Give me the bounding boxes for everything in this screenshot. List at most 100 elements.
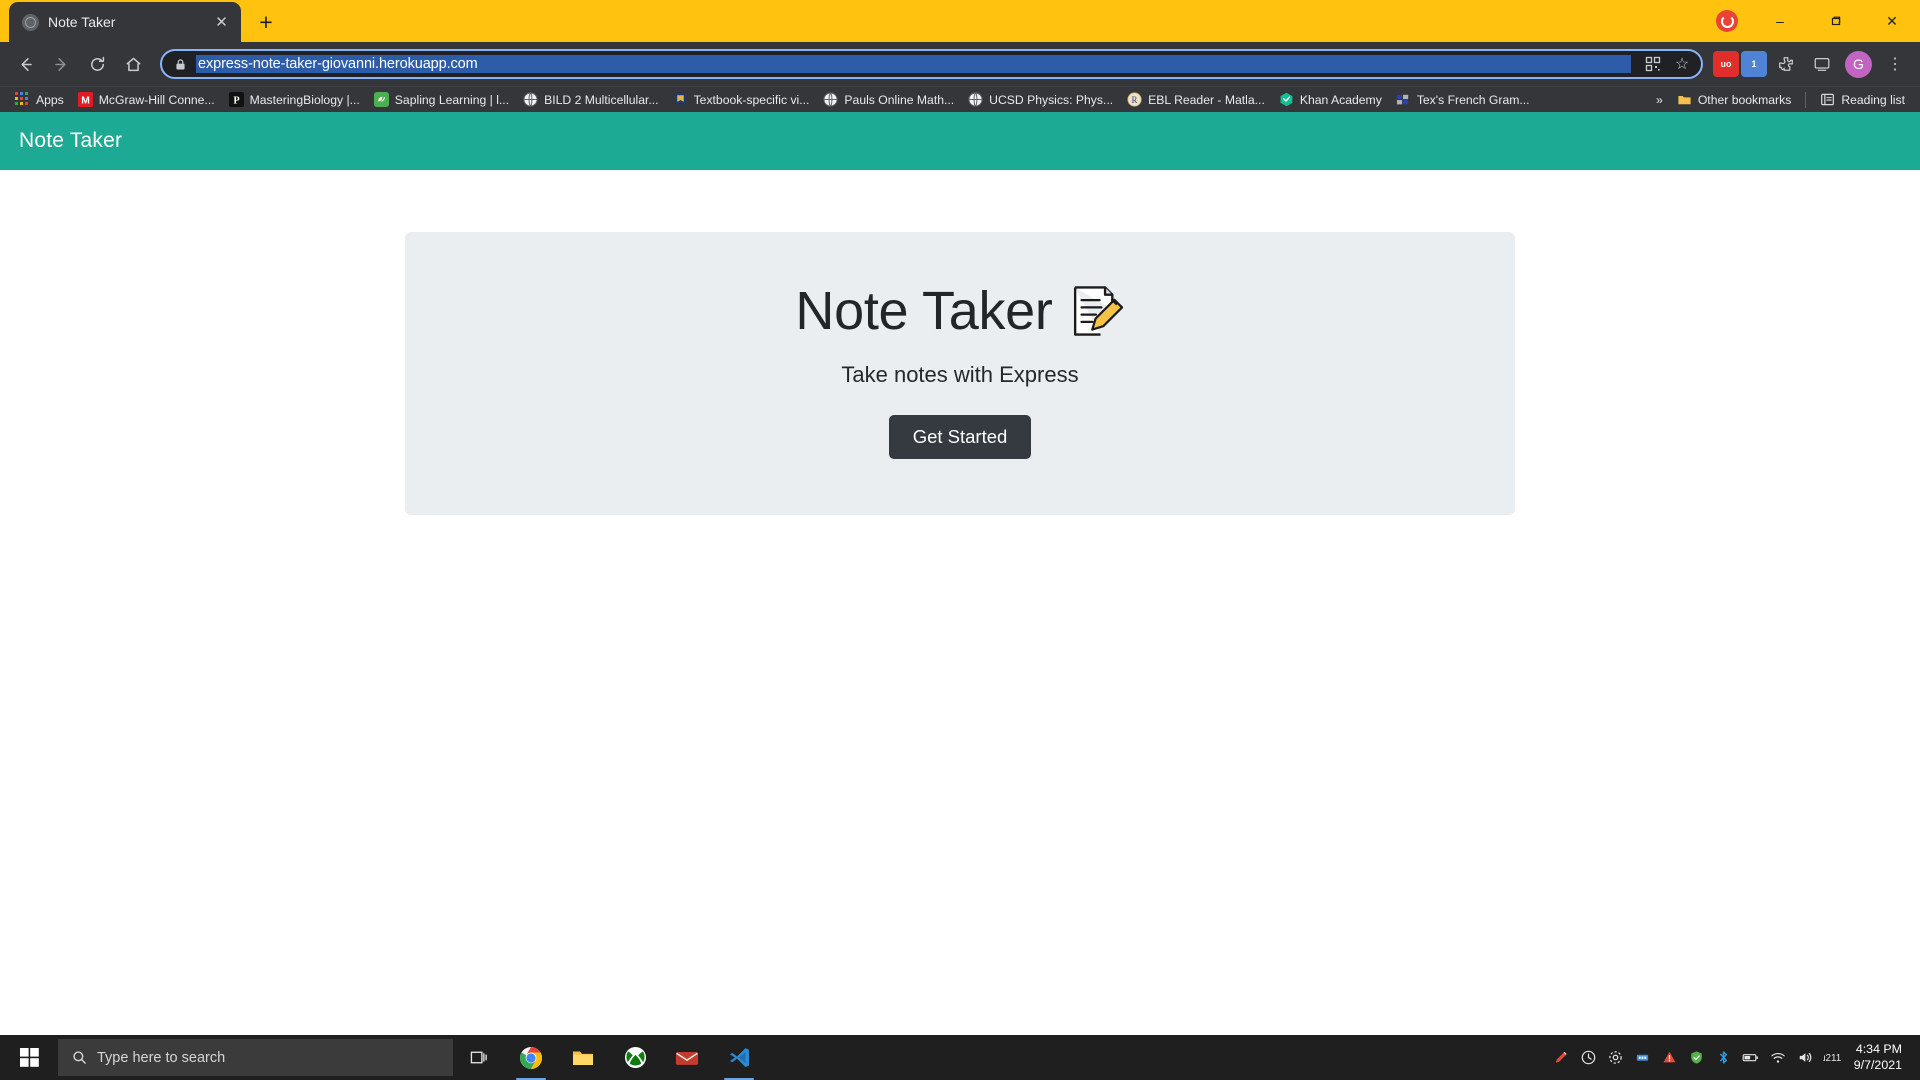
volume-icon[interactable] — [1796, 1049, 1814, 1067]
other-bookmarks-folder[interactable]: Other bookmarks — [1670, 89, 1798, 110]
pearson-icon: P — [229, 92, 244, 107]
bookmark-item[interactable]: P MasteringBiology |... — [222, 89, 367, 110]
bookmark-item[interactable]: Khan Academy — [1272, 89, 1389, 110]
taskbar-app-xbox[interactable] — [609, 1035, 661, 1080]
battery-icon[interactable] — [1742, 1049, 1760, 1067]
record-indicator-icon[interactable] — [1716, 10, 1738, 32]
xbox-icon — [624, 1046, 647, 1069]
nvidia-icon[interactable]: \u2115 — [1823, 1049, 1841, 1067]
ebl-reader-icon: R — [1127, 92, 1142, 107]
forward-arrow-icon — [52, 55, 71, 74]
alert-icon[interactable] — [1661, 1049, 1679, 1067]
taskbar-app-vscode[interactable] — [713, 1035, 765, 1080]
reload-button[interactable] — [80, 47, 114, 81]
jumbotron-subtitle: Take notes with Express — [435, 362, 1485, 388]
bookmark-label: BILD 2 Multicellular... — [544, 93, 658, 107]
maximize-button[interactable] — [1808, 0, 1864, 42]
taskbar-app-file-explorer[interactable] — [557, 1035, 609, 1080]
close-window-button[interactable]: ✕ — [1864, 0, 1920, 42]
jumbotron-wrapper: Note Taker Take notes with Express Get S… — [0, 170, 1920, 515]
windows-taskbar: Type here to search — [0, 1035, 1920, 1080]
taskbar-app-mail[interactable] — [661, 1035, 713, 1080]
pen-icon[interactable] — [1553, 1049, 1571, 1067]
jumbotron: Note Taker Take notes with Express Get S… — [405, 232, 1515, 515]
bookmark-item[interactable]: R EBL Reader - Matla... — [1120, 89, 1272, 110]
bookmark-star-icon[interactable]: ☆ — [1669, 51, 1695, 77]
taskbar-clock[interactable]: 4:34 PM 9/7/2021 — [1850, 1042, 1910, 1074]
system-tray: \u2115 4:34 PM 9/7/2021 — [1553, 1042, 1920, 1074]
jumbotron-heading: Note Taker — [795, 282, 1124, 340]
bookmark-item[interactable]: UCSD Physics: Phys... — [961, 89, 1120, 110]
task-view-button[interactable] — [453, 1035, 505, 1080]
tab-strip: Note Taker ✕ + – ✕ — [0, 0, 1920, 42]
taskbar-app-chrome[interactable] — [505, 1035, 557, 1080]
bookmark-item[interactable]: M McGraw-Hill Conne... — [71, 89, 222, 110]
globe-icon — [968, 92, 983, 107]
settings-icon[interactable] — [1607, 1049, 1625, 1067]
tab-favicon-globe-icon — [22, 14, 39, 31]
clock-icon[interactable] — [1580, 1049, 1598, 1067]
home-button[interactable] — [116, 47, 150, 81]
minimize-button[interactable]: – — [1752, 0, 1808, 42]
bookmark-label: EBL Reader - Matla... — [1148, 93, 1265, 107]
translate-extension-icon[interactable]: 1 — [1741, 51, 1767, 77]
svg-text:\u2115: \u2115 — [1823, 1053, 1841, 1064]
back-button[interactable] — [8, 47, 42, 81]
browser-toolbar: express-note-taker-giovanni.herokuapp.co… — [0, 42, 1920, 86]
profile-avatar[interactable]: G — [1845, 51, 1872, 78]
bookmark-label: Tex's French Gram... — [1417, 93, 1530, 107]
start-button[interactable] — [0, 1035, 58, 1080]
bookmark-label: Sapling Learning | l... — [395, 93, 509, 107]
bookmarks-divider — [1805, 92, 1806, 108]
khan-academy-icon — [1279, 92, 1294, 107]
network-adapter-icon[interactable] — [1634, 1049, 1652, 1067]
mail-icon — [675, 1048, 699, 1068]
folder-icon — [1677, 92, 1692, 107]
svg-text:M: M — [81, 95, 90, 106]
bookmark-label: Pauls Online Math... — [844, 93, 954, 107]
bookmark-apps-label: Apps — [36, 93, 64, 107]
bookmark-item[interactable]: Pauls Online Math... — [816, 89, 961, 110]
bookmark-item[interactable]: Textbook-specific vi... — [666, 89, 817, 110]
bookmark-item[interactable]: Tex's French Gram... — [1389, 89, 1537, 110]
wifi-icon[interactable] — [1769, 1049, 1787, 1067]
bookmarks-bar: Apps M McGraw-Hill Conne... P MasteringB… — [0, 86, 1920, 112]
reading-list-label: Reading list — [1841, 93, 1905, 107]
forward-button[interactable] — [44, 47, 78, 81]
search-icon — [72, 1050, 87, 1065]
tab-close-icon[interactable]: ✕ — [212, 13, 231, 32]
bookmark-label: UCSD Physics: Phys... — [989, 93, 1113, 107]
vscode-icon — [728, 1046, 751, 1069]
bluetooth-icon[interactable] — [1715, 1049, 1733, 1067]
bookmark-apps[interactable]: Apps — [8, 89, 71, 110]
taskbar-search-input[interactable]: Type here to search — [58, 1039, 453, 1076]
tab-note-taker[interactable]: Note Taker ✕ — [9, 2, 241, 42]
new-tab-button[interactable]: + — [249, 5, 283, 39]
sapling-icon — [374, 92, 389, 107]
adblock-extension-icon[interactable]: uo — [1713, 51, 1739, 77]
puzzle-icon[interactable] — [1769, 47, 1803, 81]
get-started-button[interactable]: Get Started — [889, 415, 1032, 459]
globe-icon — [523, 92, 538, 107]
back-arrow-icon — [16, 55, 35, 74]
navbar-brand[interactable]: Note Taker — [19, 129, 122, 153]
toolbar-extensions: uo 1 G ⋮ — [1713, 47, 1912, 81]
bookmark-item[interactable]: Sapling Learning | l... — [367, 89, 516, 110]
cast-icon[interactable] — [1805, 47, 1839, 81]
reading-list-button[interactable]: Reading list — [1813, 89, 1912, 110]
address-bar[interactable]: express-note-taker-giovanni.herokuapp.co… — [160, 49, 1703, 79]
chrome-icon — [519, 1046, 543, 1070]
maximize-icon — [1830, 15, 1842, 27]
bookmark-label: McGraw-Hill Conne... — [99, 93, 215, 107]
site-navbar: Note Taker — [0, 112, 1920, 170]
bookmark-item[interactable]: BILD 2 Multicellular... — [516, 89, 665, 110]
chrome-menu-button[interactable]: ⋮ — [1878, 47, 1912, 81]
url-text[interactable]: express-note-taker-giovanni.herokuapp.co… — [196, 55, 1631, 73]
jumbotron-title-text: Note Taker — [795, 283, 1052, 340]
bookmarks-overflow-button[interactable]: » — [1649, 90, 1670, 110]
taskbar-search-placeholder: Type here to search — [97, 1050, 225, 1066]
qr-code-icon[interactable] — [1640, 51, 1666, 77]
other-bookmarks-label: Other bookmarks — [1698, 93, 1791, 107]
svg-text:P: P — [233, 96, 239, 107]
shield-icon[interactable] — [1688, 1049, 1706, 1067]
